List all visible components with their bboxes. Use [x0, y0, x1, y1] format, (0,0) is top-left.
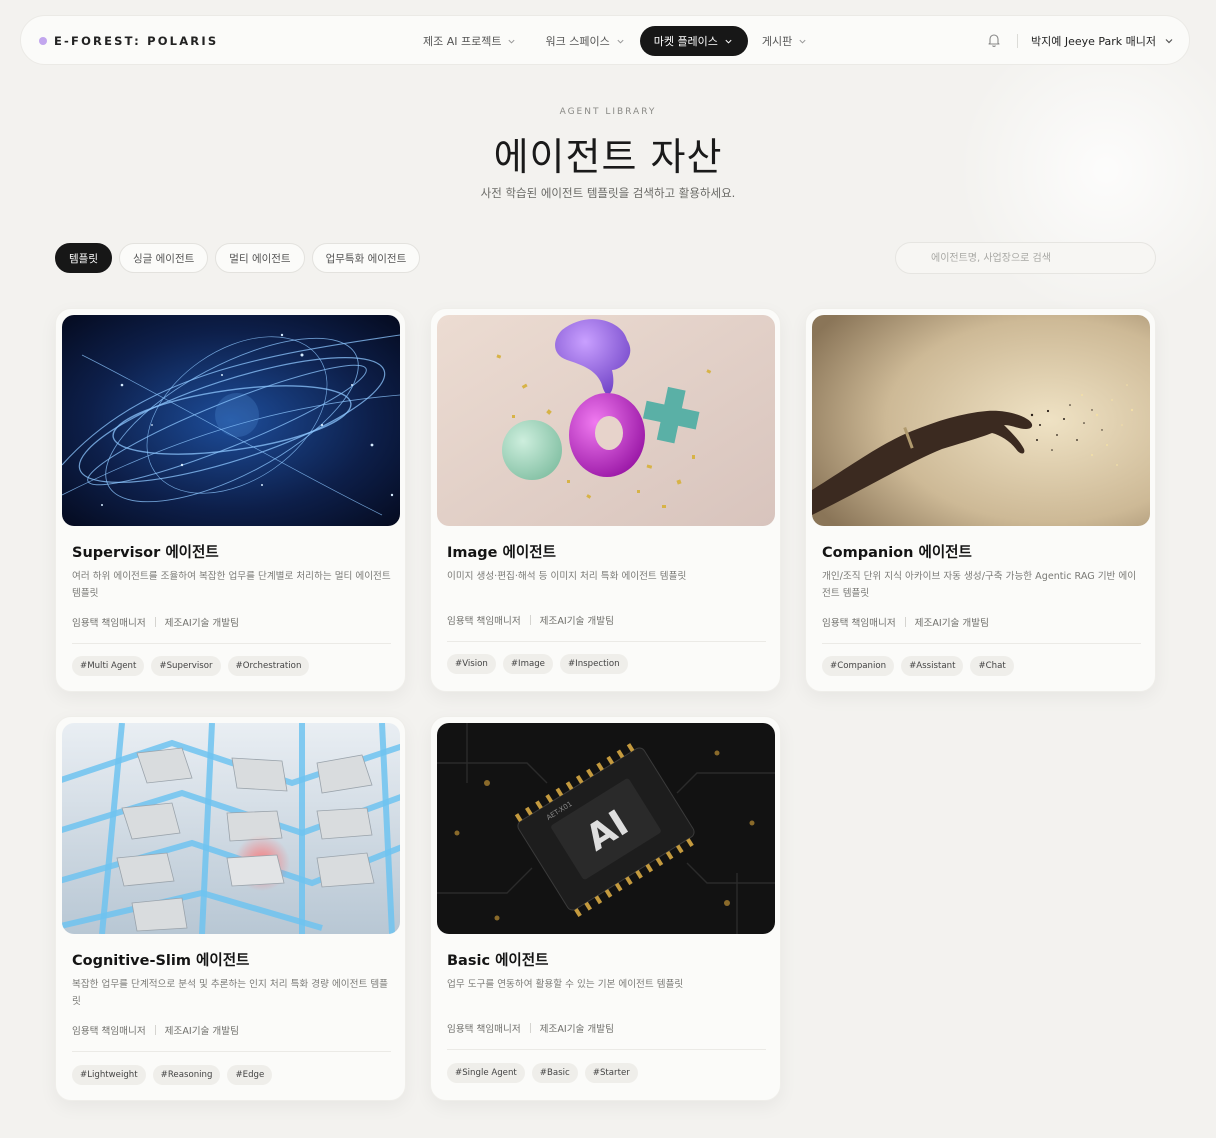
- tag-chip[interactable]: #Basic: [531, 1063, 578, 1083]
- card-tags: #Lightweight #Reasoning #Edge: [72, 1065, 273, 1085]
- card-title: Image 에이전트: [447, 545, 556, 561]
- nav-item-label: 게시판: [761, 35, 793, 48]
- card-owner: 임용택 책임매니저: [822, 618, 896, 629]
- card-title: Basic 에이전트: [447, 953, 549, 969]
- tag-chip[interactable]: #Inspection: [559, 654, 628, 674]
- card-description: 개인/조직 단위 지식 아카이브 자동 생성/구축 가능한 Agentic RA…: [822, 571, 1137, 599]
- user-menu[interactable]: 박지예 Jeeye Park 매니저: [1031, 16, 1174, 66]
- top-navigation-bar: E-FOREST: POLARIS 제조 AI 프로젝트 워크 스페이스 마켓 …: [20, 15, 1190, 65]
- card-divider: [447, 1049, 766, 1050]
- header-divider: [1017, 34, 1018, 48]
- card-title: Supervisor 에이전트: [72, 545, 219, 561]
- card-tags: #Companion #Assistant #Chat: [822, 656, 1014, 676]
- card-team: 제조AI기술 개발팀: [164, 618, 239, 629]
- card-team: 제조AI기술 개발팀: [164, 1026, 239, 1037]
- meta-divider: [529, 1023, 531, 1033]
- nav-item-board[interactable]: 게시판: [748, 26, 822, 56]
- card-meta: 임용택 책임매니저 제조AI기술 개발팀: [447, 613, 614, 627]
- nav-item-workspace[interactable]: 워크 스페이스: [531, 26, 639, 56]
- bell-icon[interactable]: [986, 32, 1002, 48]
- card-owner: 임용택 책임매니저: [72, 1026, 146, 1037]
- card-team: 제조AI기술 개발팀: [914, 618, 989, 629]
- agent-card-basic[interactable]: AI AET-X01 Basic 에이전트 업무 도구를 연동하여 활용할 수 …: [430, 716, 781, 1101]
- agent-card-companion[interactable]: Companion 에이전트 개인/조직 단위 지식 아카이브 자동 생성/구축…: [805, 308, 1156, 692]
- tag-chip[interactable]: #Vision: [447, 654, 496, 674]
- card-owner: 임용택 책임매니저: [447, 1024, 521, 1035]
- card-divider: [447, 641, 766, 642]
- meta-divider: [154, 617, 156, 627]
- section-eyebrow: AGENT LIBRARY: [559, 107, 657, 117]
- nav-item-label: 마켓 플레이스: [653, 35, 718, 48]
- card-owner: 임용택 책임매니저: [72, 618, 146, 629]
- card-description: 이미지 생성·편집·해석 등 이미지 처리 특화 에이전트 템플릿: [447, 571, 687, 582]
- tag-chip[interactable]: #Reasoning: [152, 1065, 221, 1085]
- agent-card-supervisor[interactable]: Supervisor 에이전트 여러 하위 에이전트를 조율하여 복잡한 업무를…: [55, 308, 406, 692]
- tag-chip[interactable]: #Assistant: [901, 656, 964, 676]
- tag-chip[interactable]: #Edge: [227, 1065, 273, 1085]
- user-name: 박지예 Jeeye Park 매니저: [1031, 35, 1157, 48]
- main-nav: 제조 AI 프로젝트 워크 스페이스 마켓 플레이스 게시판: [409, 26, 822, 56]
- card-meta: 임용택 책임매니저 제조AI기술 개발팀: [72, 615, 239, 629]
- card-thumbnail: AI AET-X01: [437, 723, 775, 934]
- agent-card-cognitive-slim[interactable]: Cognitive-Slim 에이전트 복잡한 업무를 단계적으로 분석 및 추…: [55, 716, 406, 1101]
- tag-chip[interactable]: #Companion: [822, 656, 895, 676]
- card-tags: #Single Agent #Basic #Starter: [447, 1063, 638, 1083]
- category-filter-group: 템플릿 싱글 에이전트 멀티 에이전트 업무특화 에이전트: [55, 243, 421, 273]
- page-subtitle: 사전 학습된 에이전트 템플릿을 검색하고 활용하세요.: [480, 186, 736, 200]
- nav-item-label: 제조 AI 프로젝트: [423, 35, 502, 48]
- card-divider: [72, 643, 391, 644]
- nav-item-manufacturing-ai[interactable]: 제조 AI 프로젝트: [409, 26, 531, 56]
- brand-name: E-FOREST: POLARIS: [54, 34, 219, 48]
- card-title: Companion 에이전트: [822, 545, 972, 561]
- chevron-down-icon: [616, 36, 626, 46]
- tag-chip[interactable]: #Image: [502, 654, 553, 674]
- filter-chip-single-agent[interactable]: 싱글 에이전트: [118, 243, 209, 273]
- card-tags: #Multi Agent #Supervisor #Orchestration: [72, 656, 310, 676]
- chevron-down-icon: [1164, 36, 1174, 46]
- card-divider: [822, 643, 1141, 644]
- card-team: 제조AI기술 개발팀: [539, 616, 614, 627]
- nav-item-marketplace[interactable]: 마켓 플레이스: [639, 26, 748, 56]
- tag-chip[interactable]: #Starter: [584, 1063, 638, 1083]
- card-description: 여러 하위 에이전트를 조율하여 복잡한 업무를 단계별로 처리하는 멀티 에이…: [72, 571, 391, 599]
- tag-chip[interactable]: #Supervisor: [151, 656, 221, 676]
- card-title: Cognitive-Slim 에이전트: [72, 953, 250, 969]
- filter-chip-multi-agent[interactable]: 멀티 에이전트: [215, 243, 305, 273]
- card-meta: 임용택 책임매니저 제조AI기술 개발팀: [447, 1021, 614, 1035]
- search-input[interactable]: [895, 242, 1156, 274]
- chevron-down-icon: [798, 36, 808, 46]
- card-description: 업무 도구를 연동하여 활용할 수 있는 기본 에이전트 템플릿: [447, 979, 684, 990]
- meta-divider: [529, 615, 531, 625]
- tag-chip[interactable]: #Lightweight: [72, 1065, 146, 1085]
- brand-logo[interactable]: E-FOREST: POLARIS: [39, 16, 218, 66]
- card-meta: 임용택 책임매니저 제조AI기술 개발팀: [822, 615, 989, 629]
- tag-chip[interactable]: #Multi Agent: [72, 656, 145, 676]
- filter-chip-task-agent[interactable]: 업무특화 에이전트: [311, 243, 421, 273]
- card-thumbnail: [62, 315, 400, 526]
- card-tags: #Vision #Image #Inspection: [447, 654, 628, 674]
- card-meta: 임용택 책임매니저 제조AI기술 개발팀: [72, 1023, 239, 1037]
- card-description: 복잡한 업무를 단계적으로 분석 및 추론하는 인지 처리 특화 경량 에이전트…: [72, 979, 388, 1007]
- card-thumbnail: [437, 315, 775, 526]
- brand-dot-icon: [39, 37, 47, 45]
- meta-divider: [904, 617, 906, 627]
- chevron-down-icon: [724, 36, 734, 46]
- card-owner: 임용택 책임매니저: [447, 616, 521, 627]
- card-thumbnail: [812, 315, 1150, 526]
- tag-chip[interactable]: #Chat: [970, 656, 1014, 676]
- card-team: 제조AI기술 개발팀: [539, 1024, 614, 1035]
- card-thumbnail: [62, 723, 400, 934]
- tag-chip[interactable]: #Orchestration: [227, 656, 310, 676]
- agent-card-image[interactable]: Image 에이전트 이미지 생성·편집·해석 등 이미지 처리 특화 에이전트…: [430, 308, 781, 692]
- meta-divider: [154, 1025, 156, 1035]
- tag-chip[interactable]: #Single Agent: [447, 1063, 525, 1083]
- filter-chip-template[interactable]: 템플릿: [55, 243, 112, 273]
- chevron-down-icon: [507, 36, 517, 46]
- page-title: 에이전트 자산: [493, 135, 723, 179]
- card-divider: [72, 1051, 391, 1052]
- nav-item-label: 워크 스페이스: [545, 35, 610, 48]
